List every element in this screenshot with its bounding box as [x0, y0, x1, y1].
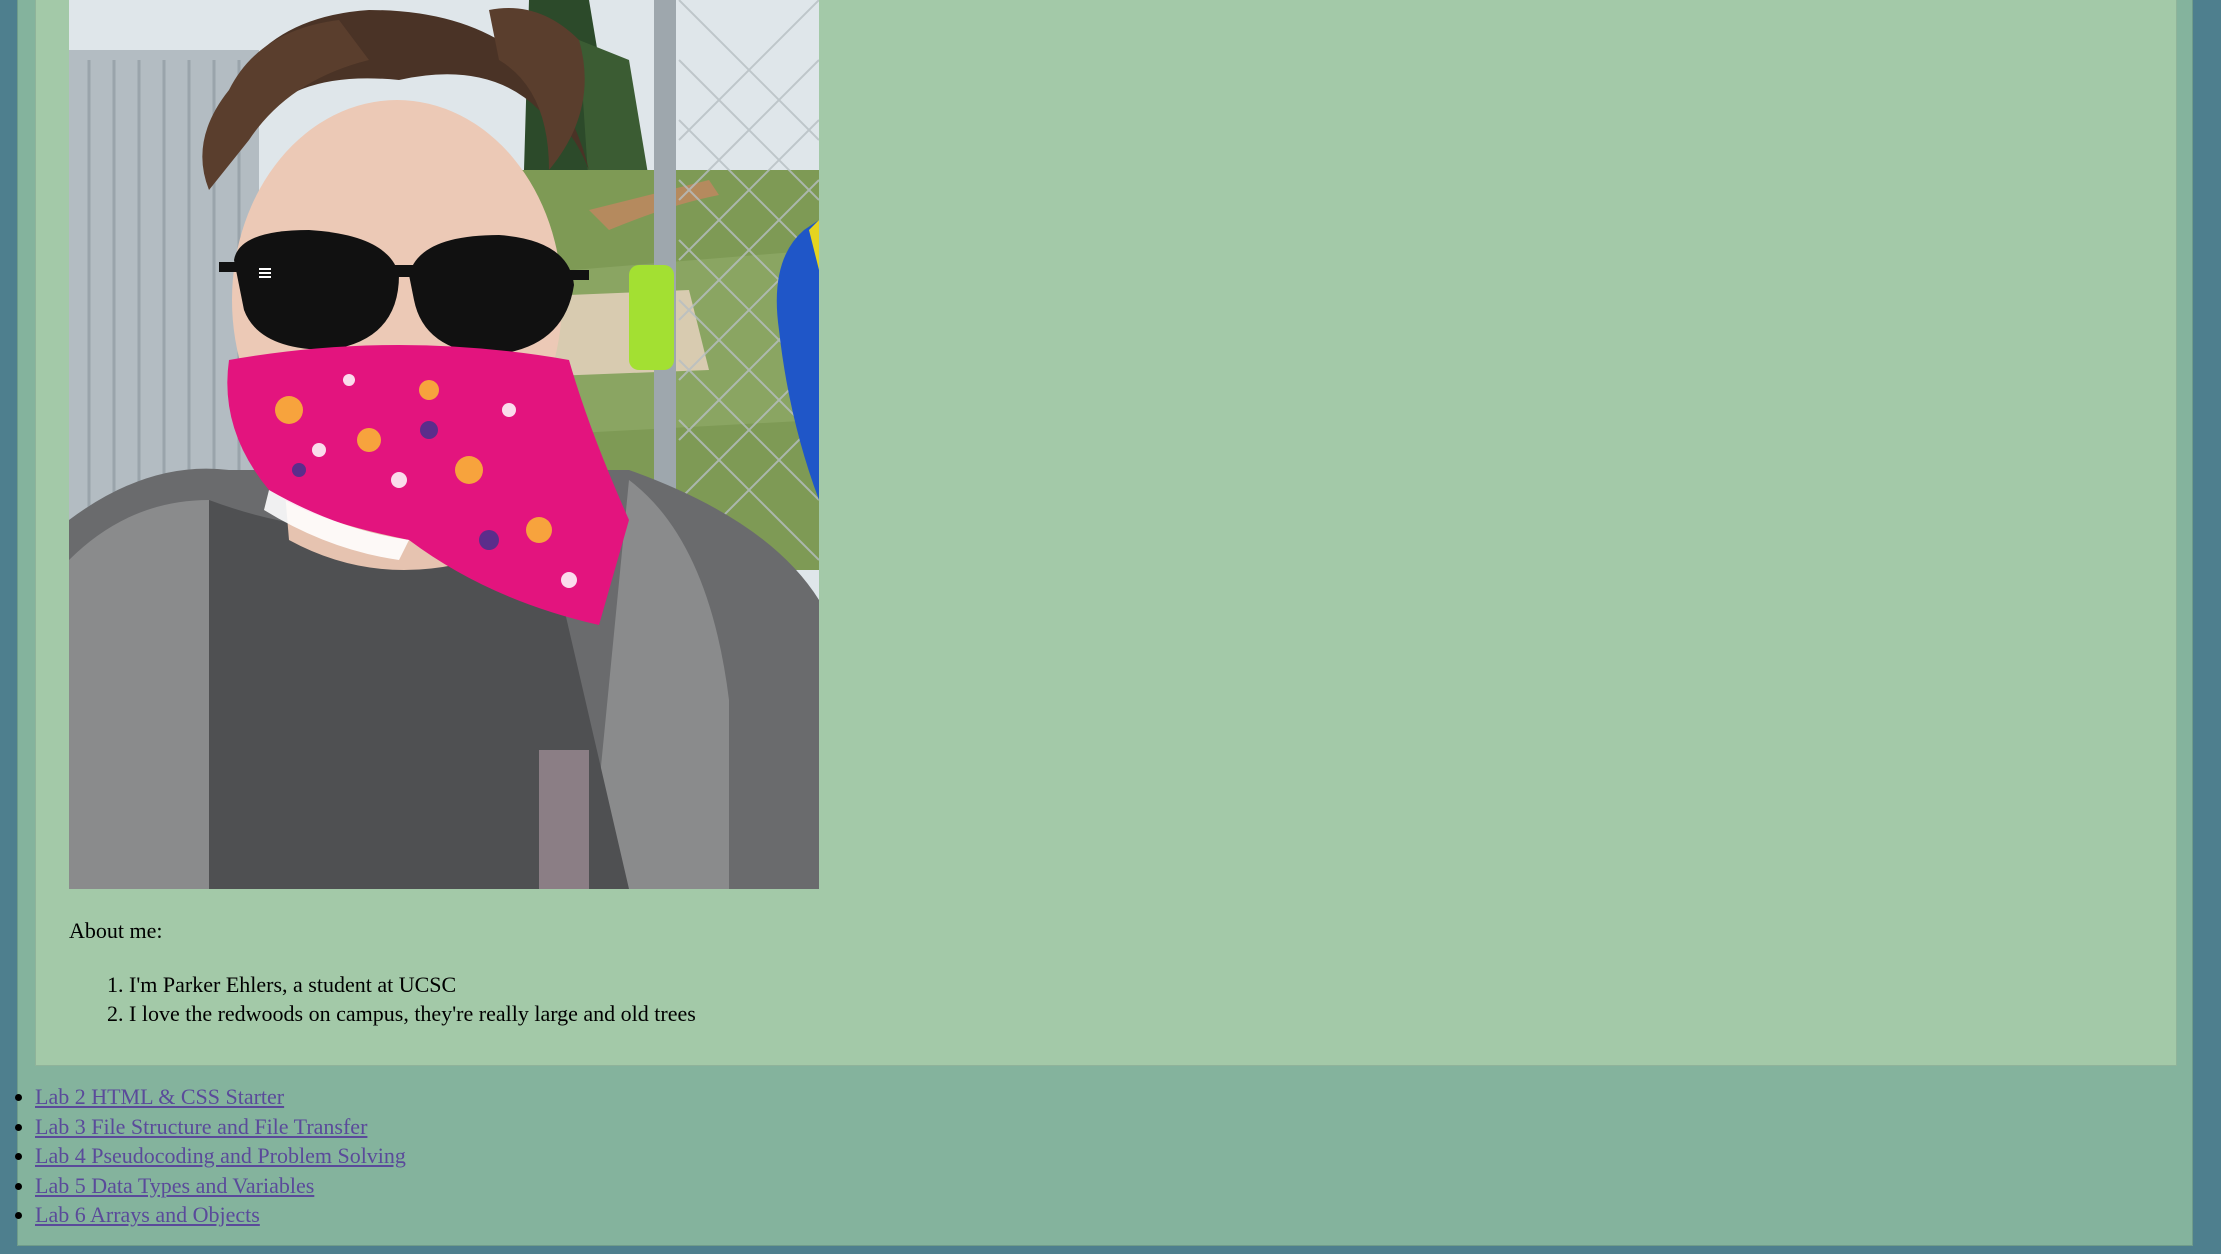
- lab-links-list: Lab 2 HTML & CSS Starter Lab 3 File Stru…: [18, 1082, 406, 1230]
- lab-2-link[interactable]: Lab 2 HTML & CSS Starter: [35, 1084, 284, 1109]
- lab-link-item: Lab 5 Data Types and Variables: [35, 1171, 406, 1201]
- about-fact-2: I love the redwoods on campus, they're r…: [129, 999, 696, 1028]
- lab-link-item: Lab 3 File Structure and File Transfer: [35, 1112, 406, 1142]
- profile-card: About me: I'm Parker Ehlers, a student a…: [35, 0, 2177, 1066]
- lab-link-item: Lab 2 HTML & CSS Starter: [35, 1082, 406, 1112]
- lab-link-item: Lab 6 Arrays and Objects: [35, 1200, 406, 1230]
- about-heading: About me:: [69, 918, 163, 943]
- page-container: About me: I'm Parker Ehlers, a student a…: [18, 0, 2192, 1245]
- about-facts-list: I'm Parker Ehlers, a student at UCSC I l…: [69, 970, 696, 1028]
- lab-6-link[interactable]: Lab 6 Arrays and Objects: [35, 1202, 260, 1227]
- about-fact-1: I'm Parker Ehlers, a student at UCSC: [129, 970, 696, 999]
- lab-3-link[interactable]: Lab 3 File Structure and File Transfer: [35, 1114, 367, 1139]
- profile-photo: [69, 0, 819, 889]
- lab-5-link[interactable]: Lab 5 Data Types and Variables: [35, 1173, 314, 1198]
- lab-link-item: Lab 4 Pseudocoding and Problem Solving: [35, 1141, 406, 1171]
- lab-4-link[interactable]: Lab 4 Pseudocoding and Problem Solving: [35, 1143, 406, 1168]
